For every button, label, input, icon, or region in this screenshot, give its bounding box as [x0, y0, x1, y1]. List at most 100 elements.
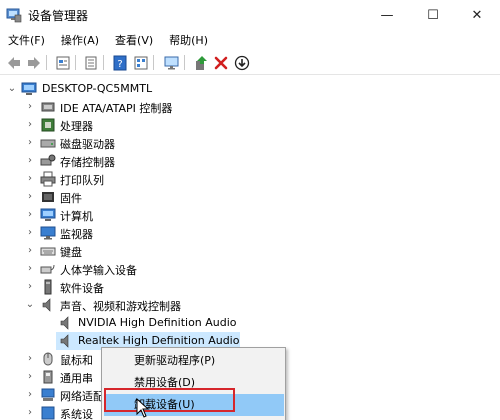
toolbar-separator [184, 55, 185, 70]
expand-chevron-icon[interactable]: › [24, 244, 36, 258]
tree-category[interactable]: › 人体学输入设备 [0, 260, 500, 278]
help-icon: ? [113, 55, 126, 70]
category-label: 人体学输入设备 [60, 264, 137, 277]
computer-icon [40, 208, 56, 221]
expand-chevron-icon[interactable]: › [24, 388, 36, 402]
category-label: 固件 [60, 192, 82, 205]
menu-bar: 文件(F) 操作(A) 查看(V) 帮助(H) [0, 30, 500, 50]
menu-help[interactable]: 帮助(H) [161, 30, 216, 50]
tree-category[interactable]: › 打印队列 [0, 170, 500, 188]
tree-category[interactable]: › 计算机 [0, 206, 500, 224]
update-driver-button[interactable] [191, 53, 210, 72]
tree-category[interactable]: › 软件设备 [0, 278, 500, 296]
tree-category[interactable]: › 处理器 [0, 116, 500, 134]
red-x-icon [214, 56, 227, 69]
category-label: 鼠标和 [60, 354, 93, 367]
tree-device[interactable]: NVIDIA High Definition Audio [0, 314, 500, 332]
back-arrow-icon [7, 56, 20, 69]
tree-category[interactable]: › 键盘 [0, 242, 500, 260]
show-hidden-button[interactable] [81, 53, 100, 72]
expand-chevron-icon[interactable]: › [24, 154, 36, 168]
device-label: Realtek High Definition Audio [78, 334, 240, 347]
category-label: 网络适配 [60, 390, 104, 403]
down-arrow-circle-icon [234, 55, 249, 70]
device-manager-icon [6, 8, 22, 23]
category-label: 处理器 [60, 120, 93, 133]
processor-icon [41, 118, 55, 132]
back-button[interactable] [4, 53, 23, 72]
svg-text:?: ? [117, 59, 122, 70]
system-device-icon [41, 406, 55, 420]
disk-drive-icon [40, 139, 56, 148]
usb-icon [43, 370, 53, 384]
tree-category[interactable]: › IDE ATA/ATAPI 控制器 [0, 98, 500, 116]
keyboard-icon [40, 247, 56, 256]
mouse-icon [43, 352, 53, 366]
expand-chevron-icon[interactable]: › [24, 352, 36, 366]
expand-chevron-icon[interactable]: › [24, 406, 36, 420]
tree-category[interactable]: › 固件 [0, 188, 500, 206]
speaker-icon [42, 298, 51, 312]
expand-chevron-icon[interactable]: › [24, 118, 36, 132]
monitor-icon [40, 226, 56, 240]
annotation-red-box [104, 388, 235, 412]
update-driver-icon [195, 55, 207, 70]
maximize-button[interactable]: ☐ [410, 0, 456, 30]
toolbar-separator [46, 55, 47, 70]
title-bar: 设备管理器 — ☐ ✕ [0, 0, 500, 30]
software-device-icon [44, 279, 52, 295]
category-label: 计算机 [60, 210, 93, 223]
disable-device-button[interactable] [232, 53, 251, 72]
expand-chevron-icon[interactable]: › [24, 208, 36, 222]
tree-root[interactable]: ⌄ DESKTOP-QC5MMTL [0, 80, 500, 98]
properties-button[interactable] [53, 53, 72, 72]
collapse-chevron-icon[interactable]: ⌄ [6, 82, 18, 96]
category-label: 系统设 [60, 408, 93, 420]
category-label: 监视器 [60, 228, 93, 241]
toolbar-separator [75, 55, 76, 70]
network-adapter-icon [41, 388, 55, 401]
firmware-icon [42, 192, 54, 202]
tree-category[interactable]: › 监视器 [0, 224, 500, 242]
category-label: 软件设备 [60, 282, 104, 295]
properties-icon [56, 56, 69, 69]
device-view-button[interactable] [131, 53, 150, 72]
monitor-scan-icon [164, 56, 178, 69]
expand-chevron-icon[interactable]: › [24, 226, 36, 240]
expand-chevron-icon[interactable]: › [24, 172, 36, 186]
category-label: 存储控制器 [60, 156, 115, 169]
menu-view[interactable]: 查看(V) [107, 30, 161, 50]
expand-chevron-icon[interactable]: › [24, 136, 36, 150]
forward-arrow-icon [27, 56, 40, 69]
tree-category[interactable]: › 存储控制器 [0, 152, 500, 170]
minimize-button[interactable]: — [364, 0, 410, 30]
update-driver-menu-item[interactable]: 更新驱动程序(P) [104, 350, 284, 372]
expand-chevron-icon[interactable]: › [24, 280, 36, 294]
category-label: IDE ATA/ATAPI 控制器 [60, 102, 173, 115]
forward-button[interactable] [24, 53, 43, 72]
help-button[interactable]: ? [110, 53, 129, 72]
category-label: 打印队列 [60, 174, 104, 187]
computer-name: DESKTOP-QC5MMTL [42, 82, 153, 95]
storage-controller-icon [40, 154, 56, 166]
expand-chevron-icon[interactable]: › [24, 262, 36, 276]
ide-controller-icon [41, 102, 55, 112]
expand-chevron-icon[interactable]: › [24, 190, 36, 204]
collapse-chevron-icon[interactable]: ⌄ [24, 298, 36, 312]
computer-icon [21, 82, 37, 95]
menu-action[interactable]: 操作(A) [53, 30, 107, 50]
tree-category-expanded[interactable]: ⌄ 声音、视频和游戏控制器 [0, 296, 500, 314]
menu-file[interactable]: 文件(F) [0, 30, 53, 50]
close-button[interactable]: ✕ [454, 0, 500, 30]
toolbar-separator [153, 55, 154, 70]
hid-icon [40, 264, 55, 274]
uninstall-button[interactable] [211, 53, 230, 72]
tree-category[interactable]: › 磁盘驱动器 [0, 134, 500, 152]
speaker-icon [60, 334, 69, 348]
device-view-icon [134, 56, 147, 69]
expand-chevron-icon[interactable]: › [24, 100, 36, 114]
scan-hardware-button[interactable] [162, 53, 181, 72]
window-title: 设备管理器 [28, 9, 89, 23]
expand-chevron-icon[interactable]: › [24, 370, 36, 384]
category-label: 声音、视频和游戏控制器 [60, 300, 181, 313]
